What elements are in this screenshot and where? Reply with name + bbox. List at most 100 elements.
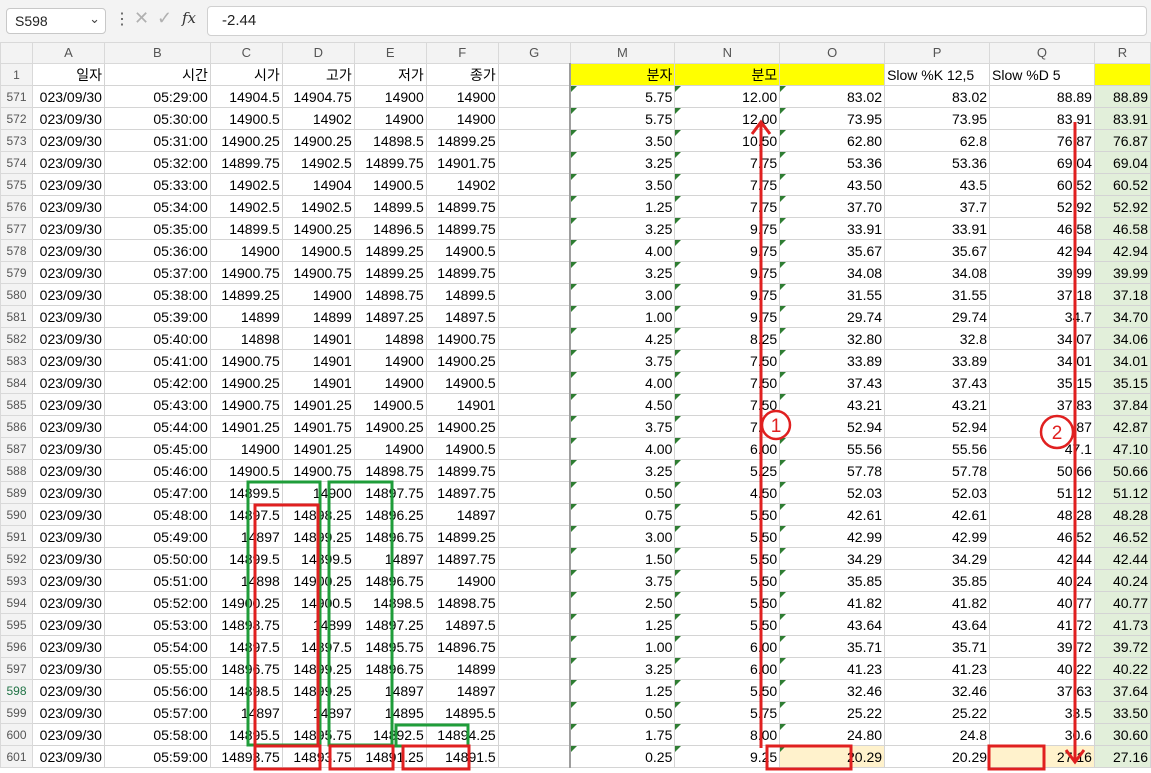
cell-M591[interactable]: 3.00 [569, 525, 676, 548]
cell-E583[interactable]: 14900 [353, 349, 427, 372]
cell-O589[interactable]: 52.03 [779, 481, 886, 504]
cell-N583[interactable]: 7.50 [674, 349, 781, 372]
cell-E601[interactable]: 14891.25 [353, 745, 427, 768]
cell-Q587[interactable]: 47.1 [989, 437, 1095, 460]
cell-C576[interactable]: 14902.5 [209, 195, 283, 218]
cell-G591[interactable] [497, 525, 572, 548]
cell-P590[interactable]: 42.61 [884, 503, 991, 526]
cell-R593[interactable]: 40.24 [1093, 569, 1151, 592]
cell-A586[interactable]: 023/09/30 [31, 415, 105, 438]
cell-M594[interactable]: 2.50 [569, 591, 676, 614]
cell-N581[interactable]: 9.75 [674, 305, 781, 328]
cell-N576[interactable]: 7.75 [674, 195, 781, 218]
cell-B581[interactable]: 05:39:00 [103, 305, 211, 328]
cell-O586[interactable]: 52.94 [779, 415, 886, 438]
row-header-582[interactable]: 582 [0, 327, 33, 350]
cell-C1[interactable]: 시가 [209, 63, 283, 86]
row-header-593[interactable]: 593 [0, 569, 33, 592]
cell-Q592[interactable]: 42.44 [989, 547, 1095, 570]
cell-A1[interactable]: 일자 [31, 63, 105, 86]
cell-G598[interactable] [497, 679, 572, 702]
cell-F586[interactable]: 14900.25 [425, 415, 499, 438]
chevron-down-icon[interactable]: ⌄ [89, 11, 100, 27]
cell-C594[interactable]: 14900.25 [209, 591, 283, 614]
cell-B574[interactable]: 05:32:00 [103, 151, 211, 174]
cell-O594[interactable]: 41.82 [779, 591, 886, 614]
row-header-591[interactable]: 591 [0, 525, 33, 548]
row-header-595[interactable]: 595 [0, 613, 33, 636]
cell-C596[interactable]: 14897.5 [209, 635, 283, 658]
cell-N580[interactable]: 9.75 [674, 283, 781, 306]
cell-D574[interactable]: 14902.5 [281, 151, 355, 174]
cell-A573[interactable]: 023/09/30 [31, 129, 105, 152]
cell-B582[interactable]: 05:40:00 [103, 327, 211, 350]
cell-C584[interactable]: 14900.25 [209, 371, 283, 394]
cell-F596[interactable]: 14896.75 [425, 635, 499, 658]
cell-R573[interactable]: 76.87 [1093, 129, 1151, 152]
cell-Q574[interactable]: 69.04 [989, 151, 1095, 174]
cell-E582[interactable]: 14898 [353, 327, 427, 350]
cell-G575[interactable] [497, 173, 572, 196]
cell-Q572[interactable]: 83.91 [989, 107, 1095, 130]
cell-C587[interactable]: 14900 [209, 437, 283, 460]
cell-M581[interactable]: 1.00 [569, 305, 676, 328]
cell-G572[interactable] [497, 107, 572, 130]
row-header-580[interactable]: 580 [0, 283, 33, 306]
cell-D599[interactable]: 14897 [281, 701, 355, 724]
cell-N594[interactable]: 5.50 [674, 591, 781, 614]
cell-Q576[interactable]: 52.92 [989, 195, 1095, 218]
cell-P1[interactable]: Slow %K 12,5 [884, 63, 991, 86]
spreadsheet-grid[interactable]: A B C D E F G M N O P Q R 1 일자 시간 시가 고가 저가 종가 분자 분모 Slow %K 12… [0, 42, 1151, 768]
cell-O592[interactable]: 34.29 [779, 547, 886, 570]
row-header-594[interactable]: 594 [0, 591, 33, 614]
cell-B594[interactable]: 05:52:00 [103, 591, 211, 614]
cell-N575[interactable]: 7.75 [674, 173, 781, 196]
cell-B580[interactable]: 05:38:00 [103, 283, 211, 306]
cell-E585[interactable]: 14900.5 [353, 393, 427, 416]
cell-P583[interactable]: 33.89 [884, 349, 991, 372]
cell-M578[interactable]: 4.00 [569, 239, 676, 262]
cell-A583[interactable]: 023/09/30 [31, 349, 105, 372]
cell-F590[interactable]: 14897 [425, 503, 499, 526]
cell-R601[interactable]: 27.16 [1093, 745, 1151, 768]
cell-P575[interactable]: 43.5 [884, 173, 991, 196]
cell-P571[interactable]: 83.02 [884, 85, 991, 108]
cell-F601[interactable]: 14891.5 [425, 745, 499, 768]
cell-P573[interactable]: 62.8 [884, 129, 991, 152]
row-header-585[interactable]: 585 [0, 393, 33, 416]
cell-R584[interactable]: 35.15 [1093, 371, 1151, 394]
cell-M593[interactable]: 3.75 [569, 569, 676, 592]
cell-E592[interactable]: 14897 [353, 547, 427, 570]
cell-N590[interactable]: 5.50 [674, 503, 781, 526]
cell-O575[interactable]: 43.50 [779, 173, 886, 196]
cell-F595[interactable]: 14897.5 [425, 613, 499, 636]
cell-B597[interactable]: 05:55:00 [103, 657, 211, 680]
cell-A599[interactable]: 023/09/30 [31, 701, 105, 724]
cell-R582[interactable]: 34.06 [1093, 327, 1151, 350]
cell-B589[interactable]: 05:47:00 [103, 481, 211, 504]
cell-A597[interactable]: 023/09/30 [31, 657, 105, 680]
cell-D589[interactable]: 14900 [281, 481, 355, 504]
cell-E597[interactable]: 14896.75 [353, 657, 427, 680]
cell-Q594[interactable]: 40.77 [989, 591, 1095, 614]
cell-R586[interactable]: 42.87 [1093, 415, 1151, 438]
cell-C597[interactable]: 14896.75 [209, 657, 283, 680]
cell-N592[interactable]: 5.50 [674, 547, 781, 570]
cell-F583[interactable]: 14900.25 [425, 349, 499, 372]
cell-B586[interactable]: 05:44:00 [103, 415, 211, 438]
cell-O590[interactable]: 42.61 [779, 503, 886, 526]
cell-O583[interactable]: 33.89 [779, 349, 886, 372]
cell-O584[interactable]: 37.43 [779, 371, 886, 394]
cell-P601[interactable]: 20.29 [884, 745, 991, 768]
cell-B593[interactable]: 05:51:00 [103, 569, 211, 592]
cell-P580[interactable]: 31.55 [884, 283, 991, 306]
row-header-588[interactable]: 588 [0, 459, 33, 482]
cell-A592[interactable]: 023/09/30 [31, 547, 105, 570]
cell-P581[interactable]: 29.74 [884, 305, 991, 328]
cell-D1[interactable]: 고가 [281, 63, 355, 86]
cell-E589[interactable]: 14897.75 [353, 481, 427, 504]
cell-A591[interactable]: 023/09/30 [31, 525, 105, 548]
cell-F584[interactable]: 14900.5 [425, 371, 499, 394]
cell-E599[interactable]: 14895 [353, 701, 427, 724]
cell-D582[interactable]: 14901 [281, 327, 355, 350]
